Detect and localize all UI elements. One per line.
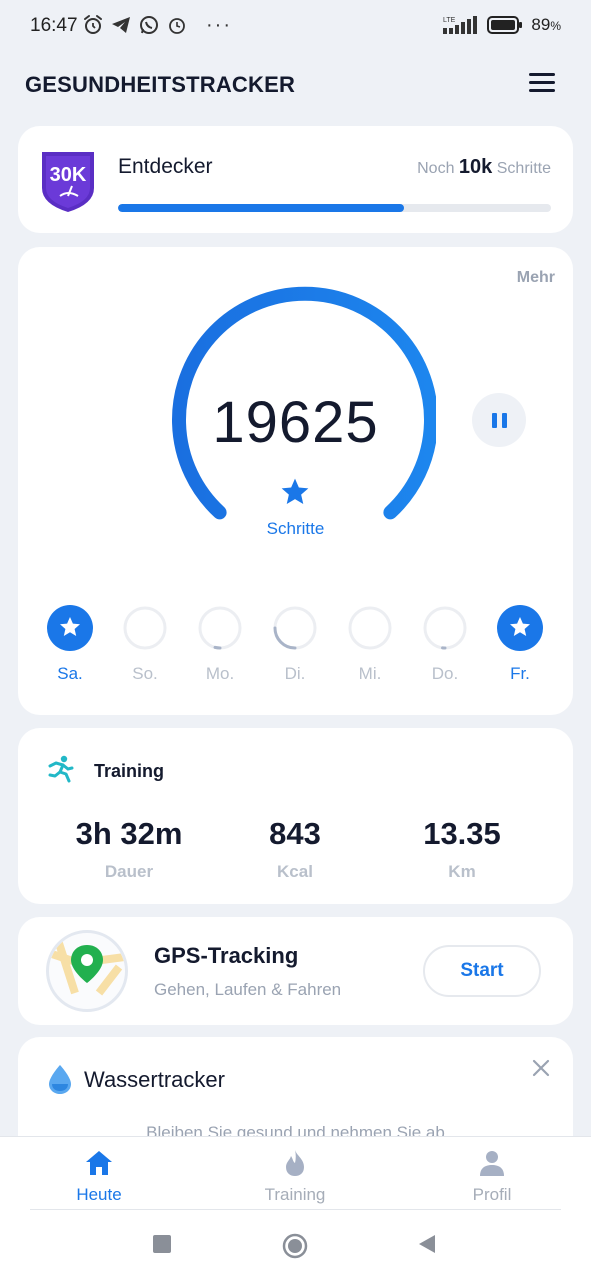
training-card[interactable]: Training 3h 32m Dauer 843 Kcal 13.35 Km [18, 728, 573, 904]
day-label: Mi. [358, 664, 382, 683]
day-label: Fr. [510, 664, 530, 683]
home-button-icon[interactable] [282, 1233, 308, 1259]
level-progress-fill [118, 204, 404, 212]
map-icon [46, 930, 128, 1012]
level-badge-icon: 30K [42, 152, 94, 212]
level-remaining: Noch 10k Schritte [417, 156, 551, 179]
gps-card[interactable]: GPS-Tracking Gehen, Laufen & Fahren Star… [18, 917, 573, 1025]
weekly-days: Sa. So. Mo. Di. Mi. Do. Fr. [18, 604, 573, 694]
nav-item-profile[interactable]: Profil [422, 1149, 562, 1205]
remaining-value: 10k [458, 156, 493, 178]
day-label: Mo. [205, 664, 235, 683]
day-label: Di. [284, 664, 306, 683]
pause-button[interactable] [472, 393, 526, 447]
gps-subtitle: Gehen, Laufen & Fahren [154, 980, 342, 999]
stat-distance-value: 13.35 [423, 816, 501, 851]
stat-kcal-value: 843 [269, 816, 321, 851]
app-title: GESUNDHEITSTRACKER [25, 72, 296, 97]
bottom-nav: Heute Training Profil [0, 1136, 591, 1280]
day-progress-ring [348, 606, 392, 650]
nav-label-training: Training [264, 1185, 326, 1204]
battery-icon [487, 16, 523, 34]
star-icon [281, 478, 309, 504]
level-progress-bar [118, 204, 551, 212]
stat-kcal-label: Kcal [277, 862, 313, 881]
battery-percent: 89% [531, 15, 561, 35]
flame-icon [286, 1150, 304, 1176]
day-progress-ring [47, 605, 93, 651]
system-navigation [0, 1221, 591, 1271]
day-label: Sa. [57, 664, 83, 683]
person-icon [480, 1151, 504, 1176]
day-item[interactable]: Do. [415, 604, 475, 684]
more-notifications-icon: ··· [206, 14, 232, 36]
stat-distance: 13.35 Km [377, 816, 547, 882]
steps-card: Mehr 19625 Schritte Sa. So. Mo. Di. Mi. Do. Fr… [18, 247, 573, 715]
app-header: GESUNDHEITSTRACKER [0, 60, 591, 110]
badge-text: 30K [50, 164, 87, 186]
day-label: So. [132, 664, 158, 683]
remaining-prefix: Noch [417, 160, 455, 177]
nav-item-today[interactable]: Heute [29, 1149, 169, 1205]
level-card[interactable]: 30K Entdecker Noch 10k Schritte [18, 126, 573, 233]
day-progress-ring [123, 606, 167, 650]
close-icon[interactable] [532, 1059, 550, 1077]
clock-icon [169, 18, 185, 34]
stat-distance-label: Km [448, 862, 476, 881]
alarm-icon [84, 15, 102, 34]
signal-icon: LTE [443, 16, 478, 34]
nav-label-today: Heute [76, 1185, 122, 1204]
day-item[interactable]: Fr. [490, 604, 550, 684]
map-pin-icon [49, 935, 125, 996]
remaining-suffix: Schritte [496, 160, 551, 177]
gps-title: GPS-Tracking [154, 943, 299, 968]
day-progress-ring [198, 606, 242, 650]
battery-unit: % [550, 19, 561, 33]
hamburger-menu-icon[interactable] [529, 72, 555, 94]
steps-label: Schritte [266, 519, 325, 538]
recent-apps-icon[interactable] [151, 1233, 173, 1255]
back-icon[interactable] [416, 1233, 438, 1255]
home-icon [86, 1151, 112, 1175]
status-bar: 16:47 ··· LTE 89% [0, 0, 591, 52]
telegram-icon [112, 17, 130, 33]
pause-icon-bar [501, 412, 507, 428]
nav-item-training[interactable]: Training [225, 1149, 365, 1205]
running-icon [48, 755, 74, 783]
day-item[interactable]: Di. [265, 604, 325, 684]
day-progress-ring [497, 605, 543, 651]
day-item[interactable]: Sa. [40, 604, 100, 684]
day-progress-ring [273, 606, 317, 650]
day-item[interactable]: So. [115, 604, 175, 684]
whatsapp-icon [140, 16, 158, 34]
stat-duration-label: Dauer [104, 862, 154, 881]
battery-value: 89 [531, 15, 551, 34]
day-label: Do. [431, 664, 459, 683]
more-link[interactable]: Mehr [517, 269, 555, 287]
notification-icons: ··· [82, 14, 232, 36]
training-title: Training [94, 761, 165, 781]
level-name: Entdecker [118, 155, 213, 178]
gps-start-button[interactable]: Start [423, 945, 541, 997]
stat-duration-value: 3h 32m [75, 816, 183, 851]
nav-divider [30, 1209, 561, 1210]
stat-kcal: 843 Kcal [210, 816, 380, 882]
day-progress-ring [423, 606, 467, 650]
stat-duration: 3h 32m Dauer [44, 816, 214, 882]
status-time: 16:47 [30, 15, 78, 36]
nav-label-profile: Profil [472, 1185, 512, 1204]
network-type: LTE [443, 17, 456, 24]
day-item[interactable]: Mi. [340, 604, 400, 684]
system-icons: LTE 89% [441, 14, 561, 36]
pause-icon [491, 412, 497, 428]
water-title: Wassertracker [84, 1067, 225, 1092]
water-drop-icon [49, 1065, 71, 1094]
day-item[interactable]: Mo. [190, 604, 250, 684]
